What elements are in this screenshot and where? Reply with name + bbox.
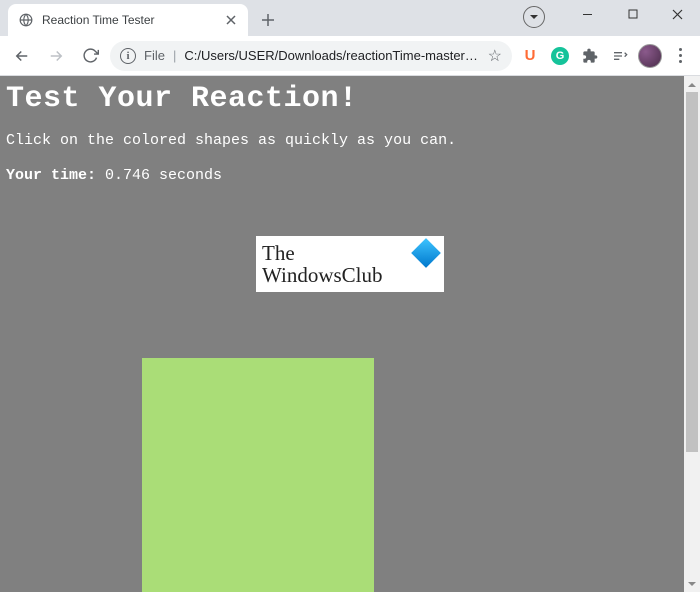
- close-icon[interactable]: [224, 13, 238, 27]
- windowsclub-logo: The WindowsClub: [256, 236, 444, 292]
- logo-text: The WindowsClub: [262, 242, 438, 286]
- new-tab-button[interactable]: [254, 6, 282, 34]
- target-shape[interactable]: [142, 358, 374, 592]
- vertical-scrollbar[interactable]: [684, 76, 700, 592]
- menu-icon[interactable]: [668, 48, 692, 63]
- window-close-button[interactable]: [655, 0, 700, 28]
- info-icon[interactable]: i: [120, 48, 136, 64]
- maximize-button[interactable]: [610, 0, 655, 28]
- browser-tab[interactable]: Reaction Time Tester: [8, 4, 248, 36]
- time-row: Your time: 0.746 seconds: [6, 167, 678, 184]
- instruction-text: Click on the colored shapes as quickly a…: [6, 132, 678, 149]
- globe-icon: [18, 12, 34, 28]
- browser-toolbar: i File | C:/Users/USER/Downloads/reactio…: [0, 36, 700, 76]
- minimize-button[interactable]: [565, 0, 610, 28]
- time-label: Your time:: [6, 167, 96, 184]
- chevron-down-icon[interactable]: [523, 6, 545, 28]
- window-controls: [523, 0, 700, 28]
- browser-titlebar: Reaction Time Tester: [0, 0, 700, 36]
- profile-avatar[interactable]: [638, 44, 662, 68]
- scroll-down-icon[interactable]: [684, 576, 700, 592]
- url-text: C:/Users/USER/Downloads/reactionTime-mas…: [184, 48, 479, 63]
- back-button[interactable]: [8, 42, 36, 70]
- time-value: 0.746 seconds: [105, 167, 222, 184]
- extensions-icon[interactable]: [578, 44, 602, 68]
- url-divider: |: [173, 48, 176, 63]
- extension-grammarly-icon[interactable]: G: [548, 44, 572, 68]
- reload-button[interactable]: [76, 42, 104, 70]
- bookmark-icon[interactable]: ☆: [488, 46, 502, 66]
- reading-list-icon[interactable]: [608, 44, 632, 68]
- page-content: Test Your Reaction! Click on the colored…: [0, 76, 684, 592]
- scroll-thumb[interactable]: [686, 92, 698, 452]
- scroll-up-icon[interactable]: [684, 76, 700, 92]
- tab-title: Reaction Time Tester: [42, 13, 216, 27]
- address-bar[interactable]: i File | C:/Users/USER/Downloads/reactio…: [110, 41, 512, 71]
- page-title: Test Your Reaction!: [6, 82, 678, 116]
- forward-button[interactable]: [42, 42, 70, 70]
- extension-u-icon[interactable]: U: [518, 44, 542, 68]
- url-scheme-label: File: [144, 48, 165, 63]
- viewport: Test Your Reaction! Click on the colored…: [0, 76, 700, 592]
